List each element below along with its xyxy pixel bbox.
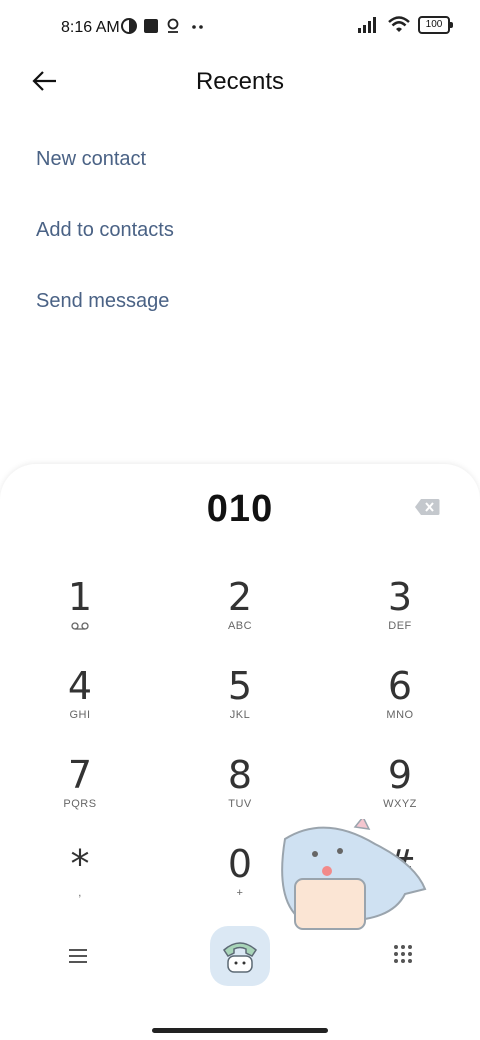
page-title: Recents — [195, 68, 285, 95]
dialpad-toggle-icon[interactable] — [393, 944, 413, 964]
dialed-number: 010 — [206, 488, 274, 530]
key-6[interactable]: 6 MNO — [350, 665, 450, 735]
voicemail-icon — [71, 622, 89, 630]
signal-icon — [358, 17, 376, 33]
location-icon — [167, 18, 179, 33]
home-indicator[interactable] — [152, 1028, 328, 1033]
app-header: Recents — [0, 56, 480, 108]
key-1[interactable]: 1 — [30, 576, 130, 646]
new-contact-option[interactable]: New contact — [36, 148, 146, 171]
battery-indicator: 100 — [418, 16, 453, 34]
dialpad-panel: 010 1 2 ABC 3 DEF 4 GHI 5 JKL 6 MNO 7 PQ… — [0, 464, 480, 1040]
status-bar: 8:16 AM 100 — [0, 0, 480, 56]
key-star[interactable]: * , — [30, 843, 130, 913]
send-message-option[interactable]: Send message — [36, 290, 169, 313]
key-3[interactable]: 3 DEF — [350, 576, 450, 646]
more-notifications-icon — [192, 25, 203, 29]
call-icon — [223, 942, 257, 973]
key-2[interactable]: 2 ABC — [190, 576, 290, 646]
data-saver-icon — [121, 18, 137, 34]
key-7[interactable]: 7 PQRS — [30, 754, 130, 824]
shark-cake-sticker — [281, 819, 427, 930]
backspace-icon[interactable] — [414, 498, 440, 516]
call-button[interactable] — [210, 926, 270, 986]
menu-icon[interactable] — [68, 948, 88, 964]
wifi-icon — [388, 16, 410, 32]
key-4[interactable]: 4 GHI — [30, 665, 130, 735]
square-notification-icon — [144, 19, 158, 33]
key-8[interactable]: 8 TUV — [190, 754, 290, 824]
status-time: 8:16 AM — [61, 19, 120, 36]
key-9[interactable]: 9 WXYZ — [350, 754, 450, 824]
key-5[interactable]: 5 JKL — [190, 665, 290, 735]
add-to-contacts-option[interactable]: Add to contacts — [36, 219, 174, 242]
